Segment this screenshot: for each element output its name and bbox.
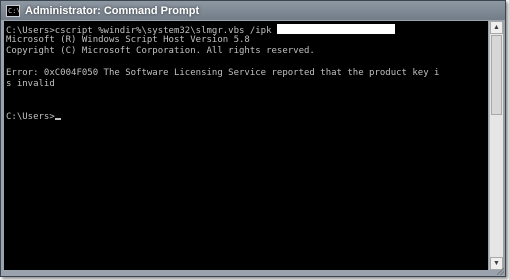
title-bar[interactable]: C:\ Administrator: Command Prompt <box>1 1 505 20</box>
console-line-command: C:\Users>cscript %windir%\system32\slmgr… <box>6 24 395 36</box>
console-line-error-continued: s invalid <box>6 79 55 89</box>
scroll-up-arrow-icon[interactable]: ▲ <box>490 21 503 34</box>
console-output[interactable]: C:\Users>cscript %windir%\system32\slmgr… <box>4 21 488 270</box>
console-line-copyright: Copyright (C) Microsoft Corporation. All… <box>6 46 315 56</box>
window-title: Administrator: Command Prompt <box>25 4 200 17</box>
cmd-icon[interactable]: C:\ <box>6 4 20 17</box>
vertical-scrollbar[interactable]: ▲ ▼ <box>489 21 503 270</box>
console-line-error: Error: 0xC004F050 The Software Licensing… <box>6 68 440 78</box>
console-line-prompt: C:\Users> <box>6 112 61 123</box>
scrollbar-thumb[interactable] <box>491 35 502 115</box>
redacted-product-key <box>276 24 395 34</box>
command-prompt-window: C:\ Administrator: Command Prompt C:\Use… <box>0 0 506 277</box>
text-cursor <box>54 118 61 120</box>
resize-grip-icon[interactable] <box>497 268 504 275</box>
console-line-wsh-version: Microsoft (R) Windows Script Host Versio… <box>6 35 250 45</box>
